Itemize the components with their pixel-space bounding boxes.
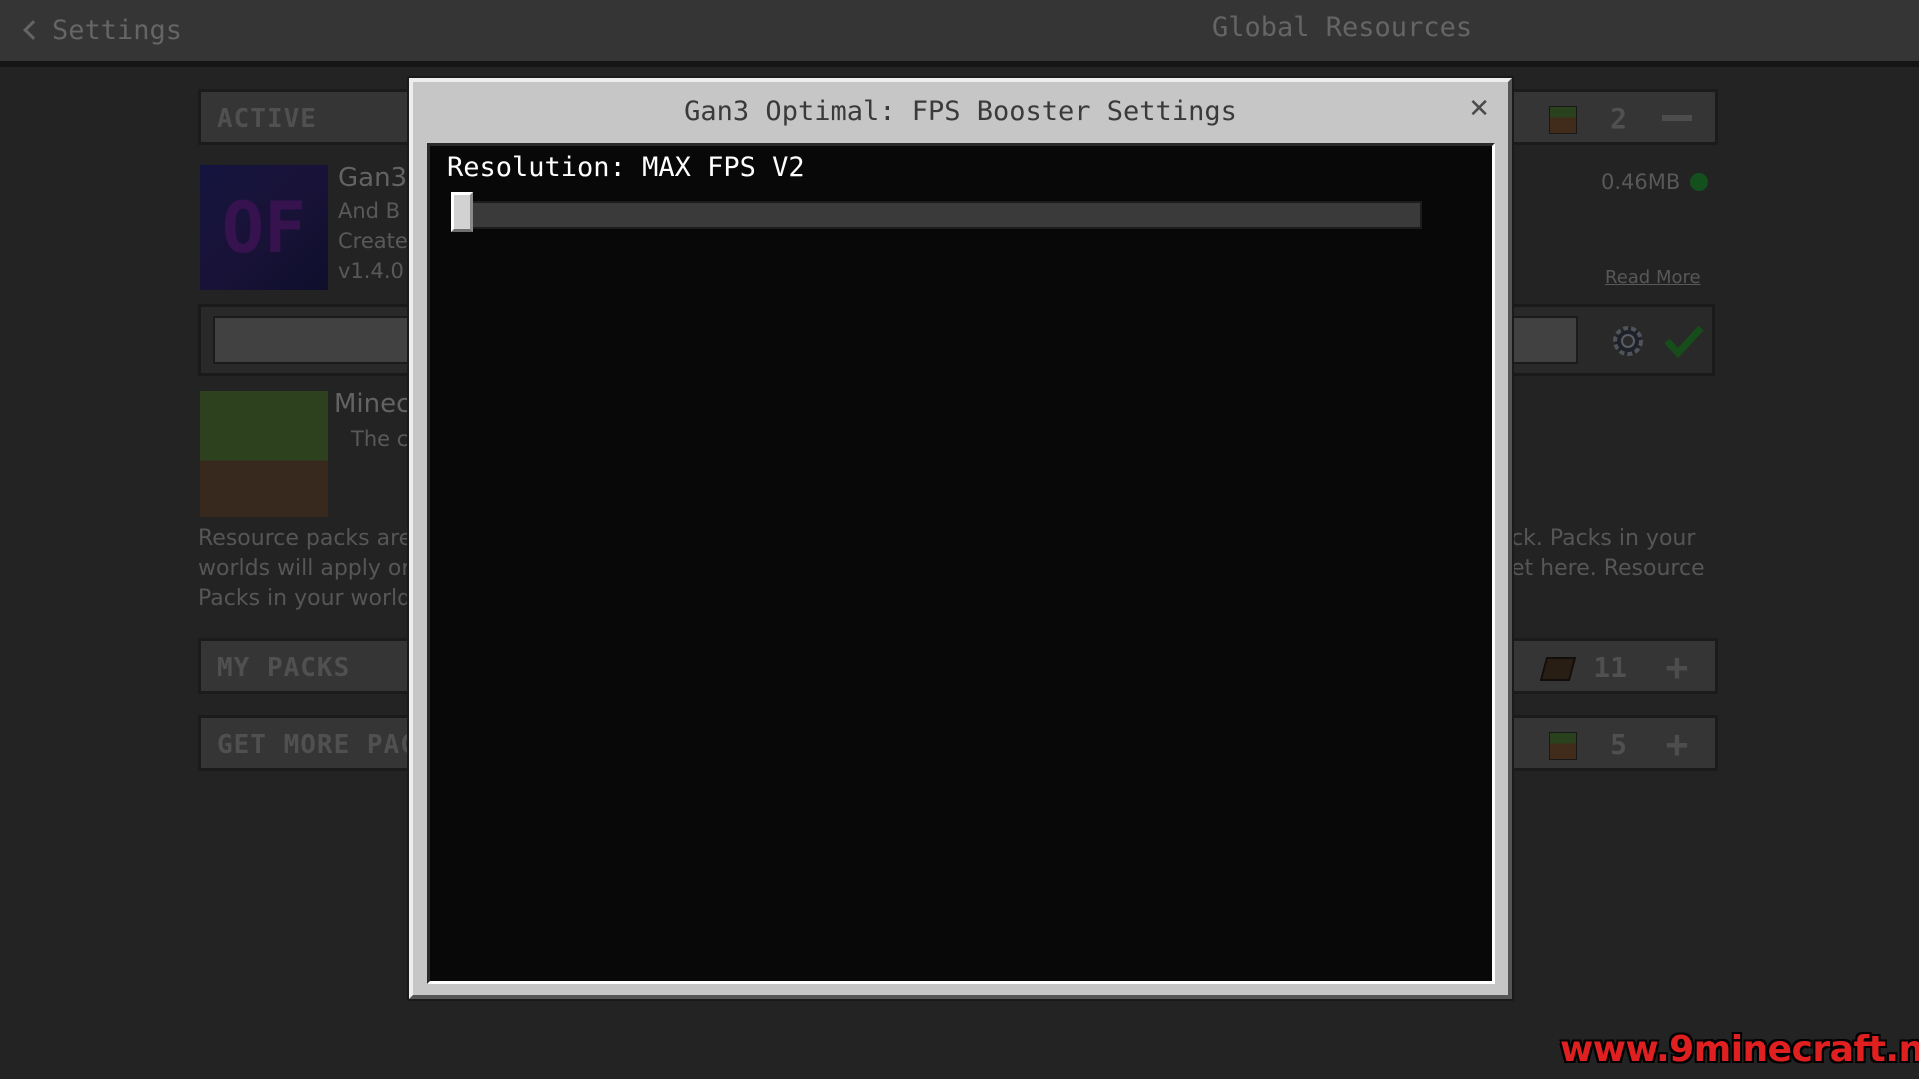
dialog-title: Gan3 Optimal: FPS Booster Settings — [684, 96, 1237, 127]
resolution-label: Resolution: MAX FPS V2 — [447, 152, 805, 183]
watermark: www.9minecraft.net — [1560, 1029, 1919, 1070]
resolution-slider-track[interactable] — [453, 201, 1422, 229]
resolution-slider-thumb[interactable] — [451, 192, 473, 232]
settings-dialog: Gan3 Optimal: FPS Booster Settings ✕ Res… — [409, 78, 1512, 999]
close-icon[interactable]: ✕ — [1468, 96, 1490, 122]
dialog-content: Resolution: MAX FPS V2 — [427, 143, 1495, 984]
